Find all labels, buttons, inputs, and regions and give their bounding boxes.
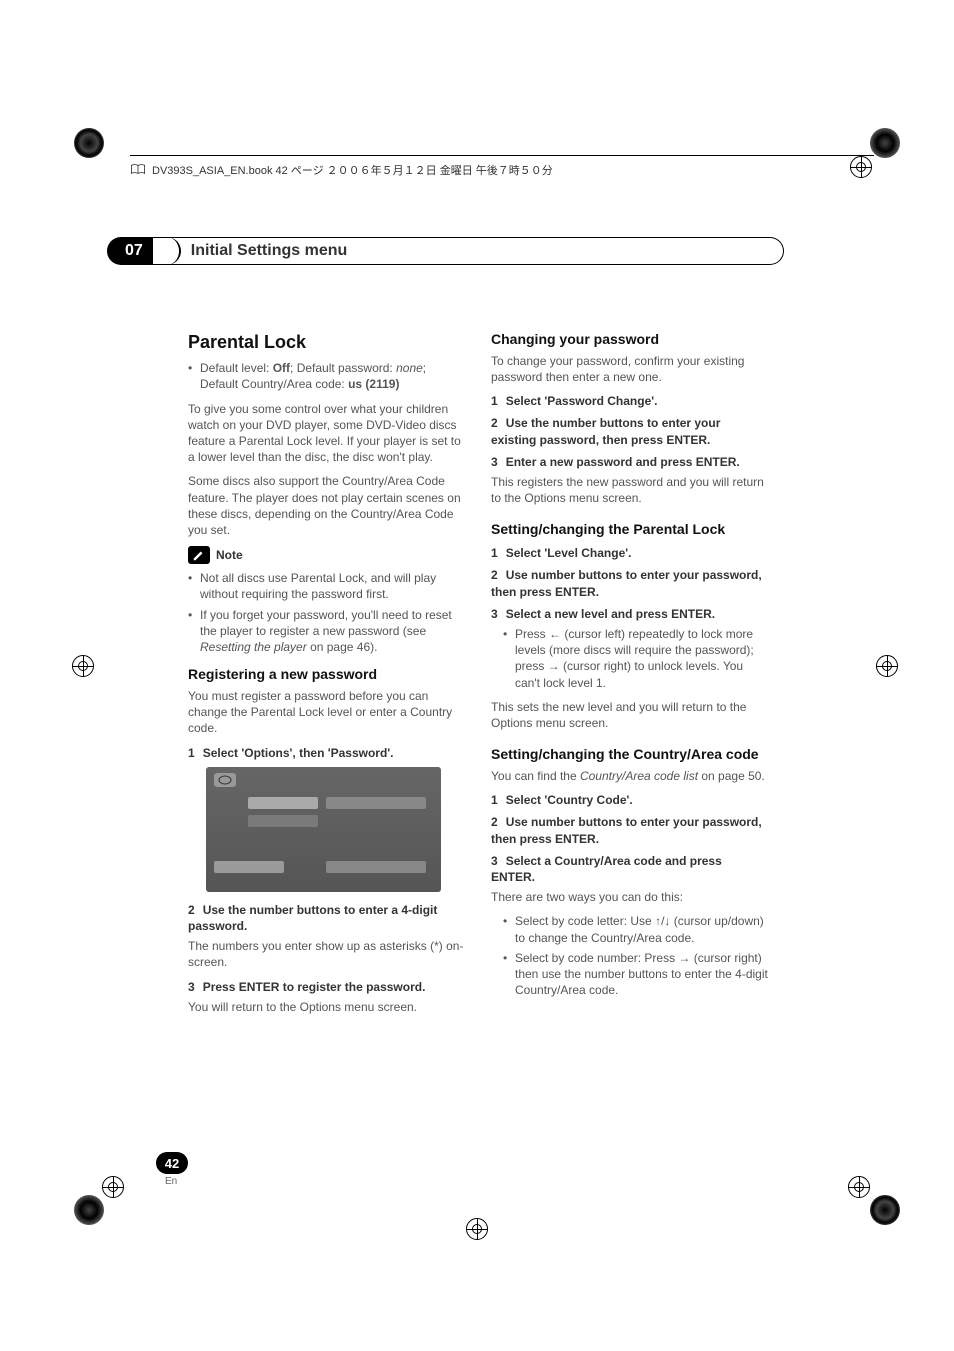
intro-para-1: To give you some control over what your … — [188, 401, 465, 466]
menu-row-3b — [326, 861, 426, 873]
book-icon — [130, 164, 146, 176]
ca-bullet-1: • Select by code letter: Use ↑/↓ (cursor… — [503, 913, 768, 945]
menu-row-1b — [326, 797, 426, 809]
chapter-title-wrap: Initial Settings menu — [153, 237, 784, 265]
content: Parental Lock • Default level: Off; Defa… — [188, 330, 768, 1023]
changing-password-heading: Changing your password — [491, 330, 768, 349]
reg-mark-top-left — [74, 128, 104, 158]
crop-mark-left — [72, 655, 94, 677]
note-heading: Note — [188, 546, 465, 564]
menu-row-1a — [248, 797, 318, 809]
reg-mark-bottom-right — [870, 1195, 900, 1225]
menu-row-3a — [214, 861, 284, 873]
lvl-step-1: 1Select 'Level Change'. — [491, 545, 768, 561]
note-label: Note — [216, 547, 243, 563]
pencil-icon — [188, 546, 210, 564]
left-column: Parental Lock • Default level: Off; Defa… — [188, 330, 465, 1023]
default-line: • Default level: Off; Default password: … — [188, 360, 465, 392]
chg-step-3: 3Enter a new password and press ENTER. — [491, 454, 768, 470]
ca-step-3: 3Select a Country/Area code and press EN… — [491, 853, 768, 885]
right-arrow-icon-2: → — [678, 951, 690, 965]
reg-mark-bottom-left — [74, 1195, 104, 1225]
registering-heading: Registering a new password — [188, 665, 465, 684]
reg-step-3: 3Press ENTER to register the password. — [188, 979, 465, 995]
reg-step-2-sub: The numbers you enter show up as asteris… — [188, 938, 465, 970]
right-arrow-icon: → — [548, 659, 560, 673]
lvl-step-3: 3Select a new level and press ENTER. — [491, 606, 768, 622]
left-arrow-icon: ← — [549, 627, 561, 641]
lvl-after: This sets the new level and you will ret… — [491, 699, 768, 731]
ca-step-1: 1Select 'Country Code'. — [491, 792, 768, 808]
crop-mark-right — [876, 655, 898, 677]
options-menu-screenshot — [206, 767, 441, 892]
page-language: En — [165, 1176, 177, 1187]
chapter-bar: 07 Initial Settings menu — [107, 237, 784, 265]
book-header-text: DV393S_ASIA_EN.book 42 ページ ２００６年５月１２日 金曜… — [152, 162, 553, 178]
chapter-title: Initial Settings menu — [191, 242, 347, 260]
reg-step-2: 2Use the number buttons to enter a 4-dig… — [188, 902, 465, 934]
note-bullet-1: •Not all discs use Parental Lock, and wi… — [188, 570, 465, 602]
book-header-line: DV393S_ASIA_EN.book 42 ページ ２００６年５月１２日 金曜… — [130, 155, 874, 178]
menu-tab-icon — [214, 773, 236, 787]
ca-step-3-sub: There are two ways you can do this: — [491, 889, 768, 905]
menu-row-2 — [248, 815, 318, 827]
crop-mark-bottom-left — [102, 1176, 124, 1198]
reg-step-1: 1Select 'Options', then 'Password'. — [188, 745, 465, 761]
right-column: Changing your password To change your pa… — [491, 330, 768, 1023]
ca-step-2: 2Use number buttons to enter your passwo… — [491, 814, 768, 846]
intro-para-2: Some discs also support the Country/Area… — [188, 473, 465, 538]
changing-password-intro: To change your password, confirm your ex… — [491, 353, 768, 385]
page-number: 42 — [156, 1152, 188, 1174]
chg-step-1: 1Select 'Password Change'. — [491, 393, 768, 409]
reg-mark-top-right — [870, 128, 900, 158]
parental-lock-heading: Parental Lock — [188, 330, 465, 354]
note-bullet-2: •If you forget your password, you'll nee… — [188, 607, 465, 656]
reg-step-3-sub: You will return to the Options menu scre… — [188, 999, 465, 1015]
lvl-step-2: 2Use number buttons to enter your passwo… — [491, 567, 768, 599]
chg-step-2: 2Use the number buttons to enter your ex… — [491, 415, 768, 447]
updown-arrow-icon: ↑/↓ — [655, 914, 670, 928]
country-heading: Setting/changing the Country/Area code — [491, 745, 768, 764]
ca-bullet-2: • Select by code number: Press → (cursor… — [503, 950, 768, 999]
chapter-divider — [165, 237, 181, 265]
lvl-bullet-1: • Press ← (cursor left) repeatedly to lo… — [503, 626, 768, 691]
country-intro: You can find the Country/Area code list … — [491, 768, 768, 784]
chapter-number: 07 — [107, 237, 153, 265]
registering-intro: You must register a password before you … — [188, 688, 465, 737]
crop-mark-bottom-right2 — [848, 1176, 870, 1198]
chg-step-3-sub: This registers the new password and you … — [491, 474, 768, 506]
level-heading: Setting/changing the Parental Lock — [491, 520, 768, 539]
crop-mark-bottom-center — [466, 1218, 488, 1240]
